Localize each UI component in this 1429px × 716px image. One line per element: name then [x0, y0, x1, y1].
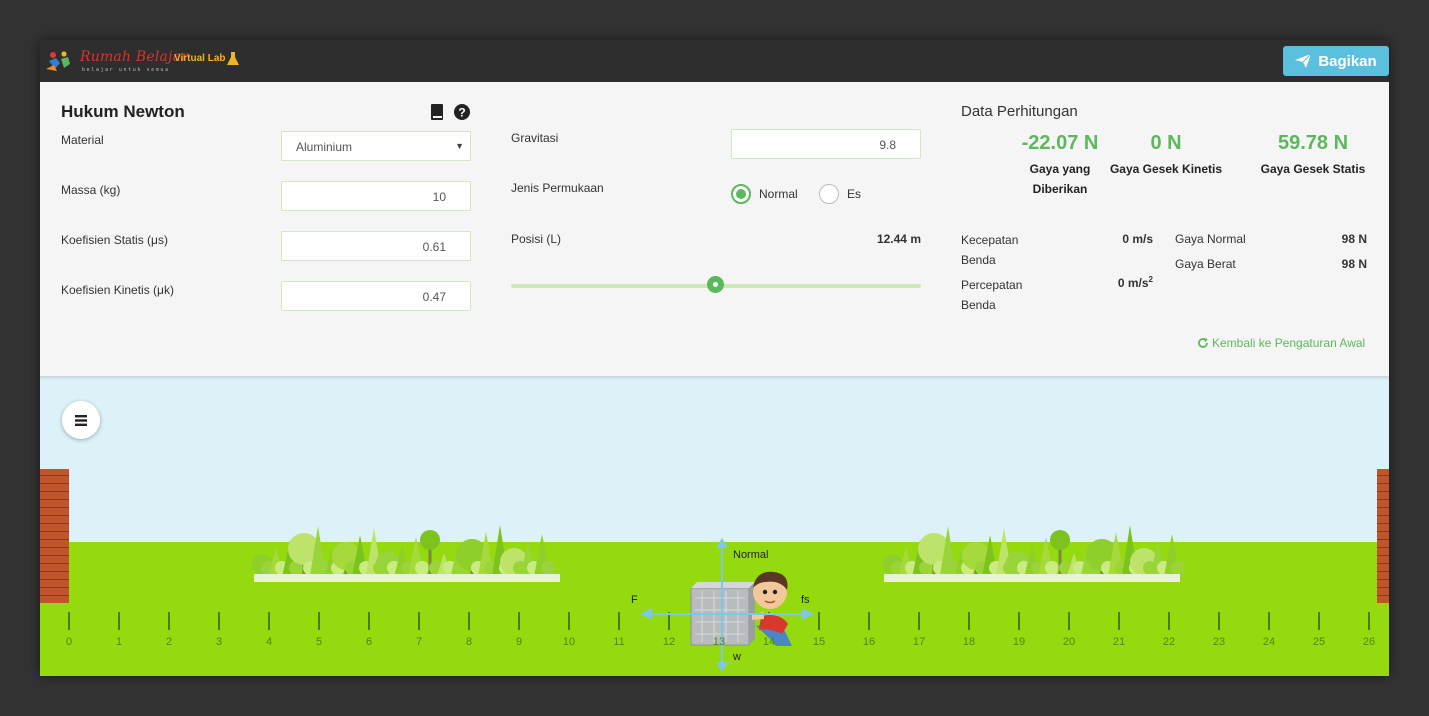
normal-force-label: Gaya Normal	[1175, 232, 1246, 246]
weight-label: Gaya Berat	[1175, 257, 1236, 271]
scene-drawing	[68, 525, 1370, 672]
static-coef-input[interactable]: 0.61	[281, 231, 471, 261]
ruler-label: 24	[1262, 636, 1276, 648]
ruler-label: 17	[912, 636, 926, 648]
ruler-label: 5	[315, 636, 323, 648]
position-value: 12.44 m	[876, 232, 921, 246]
kinetic-coef-input[interactable]: 0.47	[281, 281, 471, 311]
help-icon[interactable]: ?	[454, 104, 470, 120]
refresh-icon	[1198, 337, 1208, 348]
ruler-label: 15	[812, 636, 826, 648]
kinetic-coef-label: Koefisien Kinetis (μk)	[61, 283, 174, 297]
tree-crown	[420, 530, 440, 550]
ruler-label: 6	[365, 636, 373, 648]
trees-left	[252, 525, 560, 582]
ruler-label: 1	[115, 636, 123, 648]
acceleration-value: 0 m/s	[1117, 276, 1149, 290]
ruler-label: 22	[1162, 636, 1176, 648]
surface-normal-radio[interactable]	[731, 184, 751, 204]
normal-force-label-scene: Normal	[733, 549, 769, 561]
send-icon	[1295, 54, 1312, 68]
simulation-scene: Normal F fs w 0 1 2 3 4 5 6 7 8 9 10 11 12 13 14 15 16 17…	[40, 376, 1389, 676]
normal-force-value: 98 N	[1341, 232, 1367, 246]
reset-label: Kembali ke Pengaturan Awal	[1212, 336, 1366, 350]
chevron-down-icon: ▼	[455, 141, 464, 151]
ruler-label: 12	[662, 636, 676, 648]
ruler-label: 8	[465, 636, 473, 648]
ruler-label: 16	[862, 636, 876, 648]
friction-force-label-scene: fs	[801, 594, 810, 606]
virtual-lab-window: Rumah Belajar belajar untuk semua Virtua…	[40, 40, 1389, 676]
static-coef-label: Koefisien Statis (μs)	[61, 233, 168, 247]
acceleration-label: Percepatan Benda	[961, 278, 1023, 312]
material-label: Material	[61, 133, 104, 147]
weight-force-label-scene: w	[733, 651, 741, 663]
ruler-label: 13	[712, 636, 726, 648]
logo-icon	[46, 51, 70, 71]
mass-input[interactable]: 10	[281, 181, 471, 211]
tree-crown	[1050, 530, 1070, 550]
ruler-label: 26	[1362, 636, 1376, 648]
kinetic-friction-value: 0 N	[1150, 132, 1182, 154]
weight-value: 98 N	[1341, 257, 1367, 271]
book-icon[interactable]	[430, 104, 444, 120]
surface-ice-label: Es	[847, 187, 862, 201]
surface-ice-radio[interactable]	[819, 184, 839, 204]
brand-subtitle: Virtual Lab	[174, 53, 226, 64]
flask-icon	[227, 52, 239, 65]
panel-shadow	[40, 376, 1389, 380]
mass-label: Massa (kg)	[61, 183, 121, 197]
material-select[interactable]: Aluminium ▼	[281, 131, 471, 161]
velocity-value: 0 m/s	[1122, 232, 1153, 246]
share-label: Bagikan	[1318, 52, 1377, 70]
bush	[1171, 561, 1185, 575]
brand-name: Rumah Belajar	[80, 49, 189, 65]
ruler-label: 18	[962, 636, 976, 648]
gravity-input[interactable]: 9.8	[731, 129, 921, 159]
ruler-label: 23	[1212, 636, 1226, 648]
ruler-label: 20	[1062, 636, 1076, 648]
hamburger-icon	[75, 414, 87, 426]
ruler-label: 25	[1312, 636, 1326, 648]
character-pushing	[752, 571, 792, 646]
surface-label: Jenis Permukaan	[511, 181, 604, 195]
ruler-label: 3	[215, 636, 223, 648]
acceleration-unit-exp: 2	[1148, 275, 1153, 284]
ruler-label: 19	[1012, 636, 1026, 648]
ruler-label: 21	[1112, 636, 1126, 648]
fence	[254, 574, 560, 582]
ruler-label: 11	[613, 636, 625, 648]
ruler-label: 0	[65, 636, 73, 648]
position-slider-handle[interactable]	[706, 276, 724, 293]
velocity-label: Kecepatan Benda	[961, 233, 1019, 267]
svg-text:?: ?	[458, 106, 465, 120]
bush	[541, 561, 555, 575]
reset-link[interactable]: Kembali ke Pengaturan Awal	[1197, 336, 1365, 350]
ruler-label: 10	[562, 636, 576, 648]
gravity-label: Gravitasi	[511, 131, 559, 145]
kinetic-friction-label: Gaya Gesek Kinetis	[1109, 162, 1223, 176]
top-bar: Rumah Belajar belajar untuk semua Virtua…	[40, 40, 1389, 82]
position-label: Posisi (L)	[511, 232, 562, 246]
static-friction-label: Gaya Gesek Statis	[1260, 162, 1366, 176]
share-button[interactable]: Bagikan	[1283, 46, 1389, 76]
applied-force-label-scene: F	[631, 594, 638, 606]
ruler-label: 7	[415, 636, 423, 648]
bush	[1045, 561, 1059, 575]
brand-tagline: belajar untuk semua	[82, 67, 170, 73]
ruler-label: 2	[165, 636, 173, 648]
fence	[884, 574, 1180, 582]
panel-title: Hukum Newton	[61, 102, 185, 121]
trees-right	[882, 525, 1185, 582]
material-value: Aluminium	[296, 140, 353, 154]
surface-normal-label: Normal	[759, 187, 798, 201]
static-friction-value: 59.78 N	[1277, 132, 1349, 154]
results-title: Data Perhitungan	[961, 103, 1078, 120]
menu-button[interactable]	[62, 401, 100, 439]
ruler-label: 14	[762, 636, 776, 648]
ruler-label: 4	[265, 636, 273, 648]
acceleration-value-wrap: 0 m/s2	[1073, 275, 1153, 290]
ruler-label: 9	[515, 636, 523, 648]
bush	[415, 561, 429, 575]
